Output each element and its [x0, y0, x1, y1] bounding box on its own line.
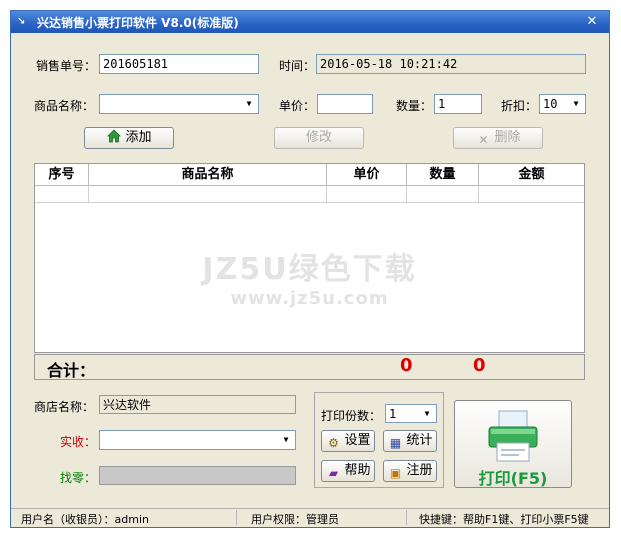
order-no-label: 销售单号： — [36, 59, 97, 73]
qty-label: 数量： — [396, 99, 433, 113]
status-bar: 用户名（收银员）：admin 用户权限：管理员 快捷键：帮助F1键、打印小票F5… — [11, 508, 609, 527]
close-icon[interactable]: ✕ — [583, 13, 601, 31]
add-button-label: 添加 — [125, 130, 152, 145]
column-header-index[interactable]: 序号 — [35, 164, 89, 186]
app-icon: ↘ — [17, 16, 26, 27]
product-name-combo[interactable]: ▼ — [99, 94, 259, 114]
status-permission: 用户权限：管理员 — [251, 513, 339, 526]
edit-button[interactable]: 修改 — [274, 127, 364, 149]
report-icon: ▦ — [389, 436, 402, 450]
home-icon — [106, 128, 122, 144]
chevron-down-icon[interactable]: ▼ — [420, 406, 434, 422]
main-window: ↘ 兴达销售小票打印软件 V8.0(标准版) ✕ 销售单号： 201605181… — [10, 10, 610, 528]
change-field[interactable] — [99, 466, 296, 485]
table-row-cell[interactable] — [35, 186, 89, 203]
total-amount: 0 — [473, 355, 486, 376]
discount-value: 10 — [543, 97, 558, 111]
help-button[interactable]: ▰ 帮助 — [321, 460, 375, 482]
window-title: 兴达销售小票打印软件 V8.0(标准版) — [37, 16, 239, 30]
paid-combo[interactable]: ▼ — [99, 430, 296, 450]
stats-button-label: 统计 — [406, 433, 433, 448]
column-header-price[interactable]: 单价 — [327, 164, 407, 186]
order-no-field[interactable]: 201605181 — [99, 54, 259, 74]
copies-label: 打印份数： — [321, 409, 382, 423]
delete-button[interactable]: ✕ 删除 — [453, 127, 543, 149]
printer-icon — [485, 409, 541, 463]
status-separator — [236, 510, 237, 525]
price-label: 单价： — [279, 99, 316, 113]
discount-combo[interactable]: 10 ▼ — [539, 94, 586, 114]
copies-combo[interactable]: 1 ▼ — [385, 404, 437, 423]
delete-button-label: 删除 — [494, 130, 521, 145]
title-bar: ↘ 兴达销售小票打印软件 V8.0(标准版) ✕ — [11, 11, 609, 33]
chevron-down-icon[interactable]: ▼ — [279, 432, 293, 448]
column-header-amount[interactable]: 金额 — [479, 164, 584, 186]
table-row-cell[interactable] — [479, 186, 584, 203]
stats-button[interactable]: ▦ 统计 — [383, 430, 437, 452]
table-row-cell[interactable] — [407, 186, 479, 203]
settings-button[interactable]: ⚙ 设置 — [321, 430, 375, 452]
settings-button-label: 设置 — [344, 433, 371, 448]
edit-button-label: 修改 — [305, 130, 332, 145]
time-field[interactable]: 2016-05-18 10:21:42 — [316, 54, 586, 74]
delete-icon: ✕ — [478, 133, 489, 147]
watermark-line-1: JZ5U绿色下载 — [202, 252, 417, 287]
time-label: 时间： — [279, 59, 316, 73]
column-header-product[interactable]: 商品名称 — [89, 164, 327, 186]
chevron-down-icon[interactable]: ▼ — [242, 96, 256, 112]
status-hotkeys: 快捷键：帮助F1键、打印小票F5键 — [419, 513, 589, 526]
qty-field[interactable]: 1 — [434, 94, 482, 114]
shop-name-field[interactable]: 兴达软件 — [99, 395, 296, 414]
watermark: JZ5U绿色下载 www.jz5u.com — [35, 244, 584, 309]
discount-label: 折扣： — [501, 99, 538, 113]
add-button[interactable]: 添加 — [84, 127, 174, 149]
register-button[interactable]: ▣ 注册 — [383, 460, 437, 482]
change-label: 找零： — [60, 471, 97, 485]
table-row-cell[interactable] — [327, 186, 407, 203]
total-qty: 0 — [400, 355, 413, 376]
help-button-label: 帮助 — [344, 463, 371, 478]
truck-icon: ▣ — [389, 466, 402, 480]
table-row-cell[interactable] — [89, 186, 327, 203]
gear-icon: ⚙ — [328, 436, 339, 450]
items-table[interactable]: 序号 商品名称 单价 数量 金额 JZ5U绿色下载 www.jz5u.com — [34, 163, 585, 353]
copies-value: 1 — [389, 407, 397, 421]
status-user: 用户名（收银员）：admin — [21, 513, 149, 526]
watermark-line-2: www.jz5u.com — [230, 288, 389, 309]
column-header-qty[interactable]: 数量 — [407, 164, 479, 186]
product-name-label: 商品名称： — [34, 99, 95, 113]
paid-label: 实收： — [60, 435, 97, 449]
print-button[interactable]: 打印(F5) — [454, 400, 572, 488]
price-field[interactable] — [317, 94, 373, 114]
totals-bar: 合计： 0 0 — [34, 354, 585, 380]
status-separator — [406, 510, 407, 525]
total-label: 合计： — [47, 361, 96, 380]
shop-name-label: 商店名称： — [34, 400, 95, 414]
register-button-label: 注册 — [406, 463, 433, 478]
print-button-label: 打印(F5) — [478, 469, 548, 488]
book-icon: ▰ — [328, 466, 339, 480]
chevron-down-icon[interactable]: ▼ — [569, 96, 583, 112]
